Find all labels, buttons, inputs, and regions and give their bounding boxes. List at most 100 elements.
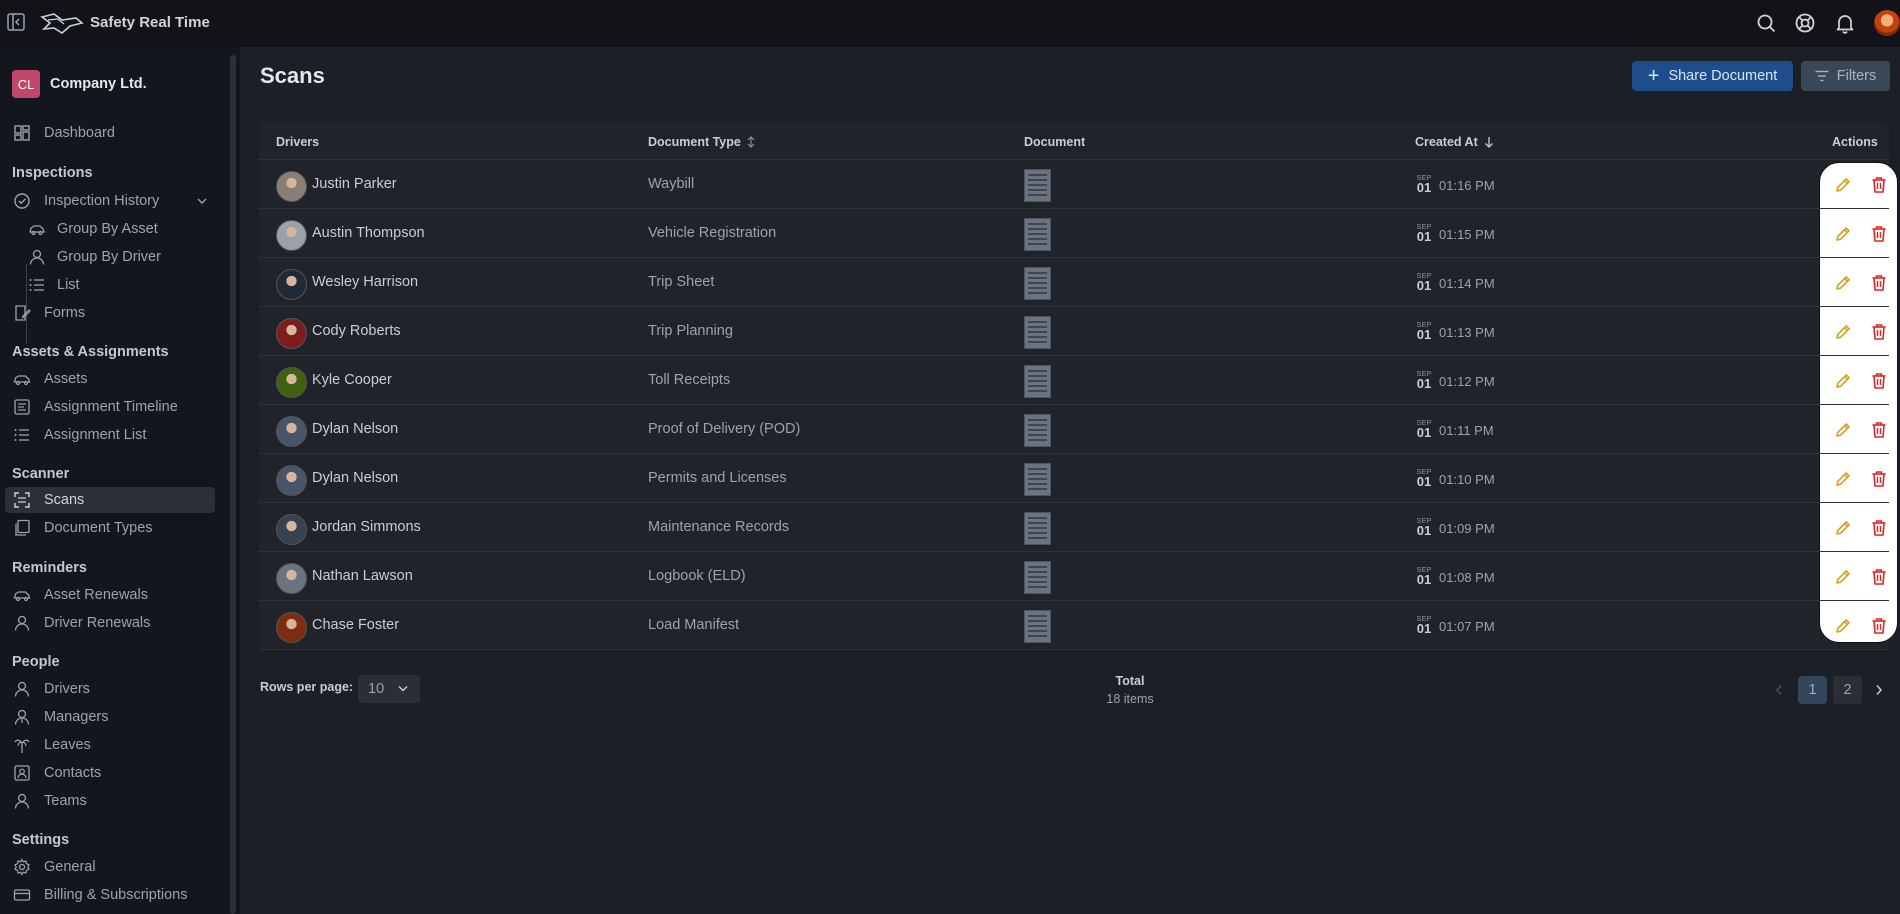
table-row[interactable]: Wesley Harrison Trip Sheet SEP 01 01:14 PM <box>259 258 1889 307</box>
pagination-page-2[interactable]: 2 <box>1833 676 1862 704</box>
search-icon[interactable] <box>1755 12 1777 34</box>
document-thumbnail[interactable] <box>1024 610 1051 643</box>
sidebar-scrollbar[interactable] <box>230 55 236 914</box>
document-thumbnail[interactable] <box>1024 316 1051 349</box>
table-row[interactable]: Cody Roberts Trip Planning SEP 01 01:13 PM <box>259 307 1889 356</box>
table-row[interactable]: Dylan Nelson Permits and Licenses SEP 01 01:… <box>259 454 1889 503</box>
sidebar-item-scans[interactable]: Scans <box>5 487 215 513</box>
sidebar-item-asset-renewals[interactable]: Asset Renewals <box>5 582 215 608</box>
trash-icon[interactable] <box>1869 616 1889 636</box>
document-thumbnail[interactable] <box>1024 267 1051 300</box>
share-document-button[interactable]: + Share Document <box>1632 61 1793 91</box>
driver-name[interactable]: Jordan Simmons <box>312 519 421 535</box>
section-assets: Assets & Assignments <box>12 344 169 360</box>
document-thumbnail[interactable] <box>1024 365 1051 398</box>
trash-icon[interactable] <box>1869 469 1889 489</box>
column-header-document: Document <box>1024 135 1086 149</box>
edit-icon[interactable] <box>1833 420 1853 440</box>
driver-name[interactable]: Justin Parker <box>312 176 397 192</box>
edit-icon[interactable] <box>1833 224 1853 244</box>
trash-icon[interactable] <box>1869 371 1889 391</box>
trash-icon[interactable] <box>1869 567 1889 587</box>
sidebar-item-leaves[interactable]: Leaves <box>5 732 215 758</box>
driver-name[interactable]: Cody Roberts <box>312 323 401 339</box>
trash-icon[interactable] <box>1869 322 1889 342</box>
sidebar-item-label: Managers <box>44 709 109 725</box>
table-row[interactable]: Justin Parker Waybill SEP 01 01:16 PM <box>259 160 1889 209</box>
driver-name[interactable]: Austin Thompson <box>312 225 425 241</box>
edit-icon[interactable] <box>1833 322 1853 342</box>
document-thumbnail[interactable] <box>1024 561 1051 594</box>
sidebar-item-inspection-history[interactable]: Inspection History <box>5 188 215 214</box>
column-header-created-at[interactable]: Created At <box>1415 135 1494 149</box>
sidebar-item-managers[interactable]: Managers <box>5 704 215 730</box>
document-thumbnail[interactable] <box>1024 463 1051 496</box>
created-time: 01:16 PM <box>1439 178 1495 193</box>
column-header-document-type[interactable]: Document Type <box>648 135 755 149</box>
sidebar-item-billing[interactable]: Billing & Subscriptions <box>5 882 215 908</box>
table-row[interactable]: Chase Foster Load Manifest SEP 01 01:07 PM <box>259 601 1889 650</box>
sidebar-item-drivers[interactable]: Drivers <box>5 676 215 702</box>
sidebar-item-list[interactable]: List <box>22 272 212 298</box>
user-icon <box>14 615 30 631</box>
edit-icon[interactable] <box>1833 273 1853 293</box>
edit-icon[interactable] <box>1833 567 1853 587</box>
document-thumbnail[interactable] <box>1024 414 1051 447</box>
sidebar-item-document-types[interactable]: Document Types <box>5 515 215 541</box>
edit-icon[interactable] <box>1833 175 1853 195</box>
driver-avatar <box>276 563 307 594</box>
document-thumbnail[interactable] <box>1024 169 1051 202</box>
trash-icon[interactable] <box>1869 175 1889 195</box>
driver-name[interactable]: Dylan Nelson <box>312 470 398 486</box>
trash-icon[interactable] <box>1869 518 1889 538</box>
sidebar-collapse-icon[interactable] <box>6 12 26 32</box>
edit-icon[interactable] <box>1833 518 1853 538</box>
sidebar-item-assets[interactable]: Assets <box>5 366 215 392</box>
driver-name[interactable]: Chase Foster <box>312 617 399 633</box>
created-date: SEP 01 <box>1415 271 1433 292</box>
filters-button[interactable]: Filters <box>1801 61 1890 91</box>
sidebar-item-dashboard[interactable]: Dashboard <box>5 120 215 146</box>
sidebar-item-assignment-timeline[interactable]: Assignment Timeline <box>5 394 215 420</box>
table-row[interactable]: Kyle Cooper Toll Receipts SEP 01 01:12 PM <box>259 356 1889 405</box>
document-thumbnail[interactable] <box>1024 512 1051 545</box>
sidebar-item-group-by-driver[interactable]: Group By Driver <box>22 244 212 270</box>
driver-name[interactable]: Nathan Lawson <box>312 568 413 584</box>
sidebar-item-driver-renewals[interactable]: Driver Renewals <box>5 610 215 636</box>
document-thumbnail[interactable] <box>1024 218 1051 251</box>
pagination-next-button[interactable] <box>1870 676 1888 704</box>
user-avatar[interactable] <box>1874 10 1900 36</box>
table-row[interactable]: Dylan Nelson Proof of Delivery (POD) SEP 01… <box>259 405 1889 454</box>
company-switcher[interactable]: CL Company Ltd. <box>12 70 147 98</box>
pagination-prev-button[interactable] <box>1770 676 1788 704</box>
sidebar-item-label: Group By Driver <box>57 249 161 265</box>
manager-icon <box>14 709 30 725</box>
table-row[interactable]: Austin Thompson Vehicle Registration SEP 01… <box>259 209 1889 258</box>
sidebar-item-group-by-asset[interactable]: Group By Asset <box>22 216 212 242</box>
driver-name[interactable]: Wesley Harrison <box>312 274 418 290</box>
edit-icon[interactable] <box>1833 616 1853 636</box>
table-row[interactable]: Jordan Simmons Maintenance Records SEP 01 01… <box>259 503 1889 552</box>
trash-icon[interactable] <box>1869 273 1889 293</box>
trash-icon[interactable] <box>1869 224 1889 244</box>
driver-avatar <box>276 318 307 349</box>
table-row[interactable]: Nathan Lawson Logbook (ELD) SEP 01 01:08 PM <box>259 552 1889 601</box>
rows-per-page-select[interactable]: 10 <box>358 675 420 703</box>
sidebar-item-assignment-list[interactable]: Assignment List <box>5 422 215 448</box>
driver-name[interactable]: Kyle Cooper <box>312 372 392 388</box>
created-date: SEP 01 <box>1415 320 1433 341</box>
edit-icon[interactable] <box>1833 469 1853 489</box>
driver-name[interactable]: Dylan Nelson <box>312 421 398 437</box>
created-day: 01 <box>1416 523 1432 538</box>
trash-icon[interactable] <box>1869 420 1889 440</box>
bell-icon[interactable] <box>1834 12 1856 34</box>
sidebar-item-general[interactable]: General <box>5 854 215 880</box>
support-icon[interactable] <box>1794 12 1816 34</box>
edit-icon[interactable] <box>1833 371 1853 391</box>
arrow-down-icon <box>1484 137 1493 148</box>
sidebar-item-forms[interactable]: Forms <box>5 300 215 326</box>
pagination-page-1[interactable]: 1 <box>1798 676 1827 704</box>
sidebar-item-contacts[interactable]: Contacts <box>5 760 215 786</box>
sidebar-item-teams[interactable]: Teams <box>5 788 215 814</box>
section-settings: Settings <box>12 832 70 848</box>
